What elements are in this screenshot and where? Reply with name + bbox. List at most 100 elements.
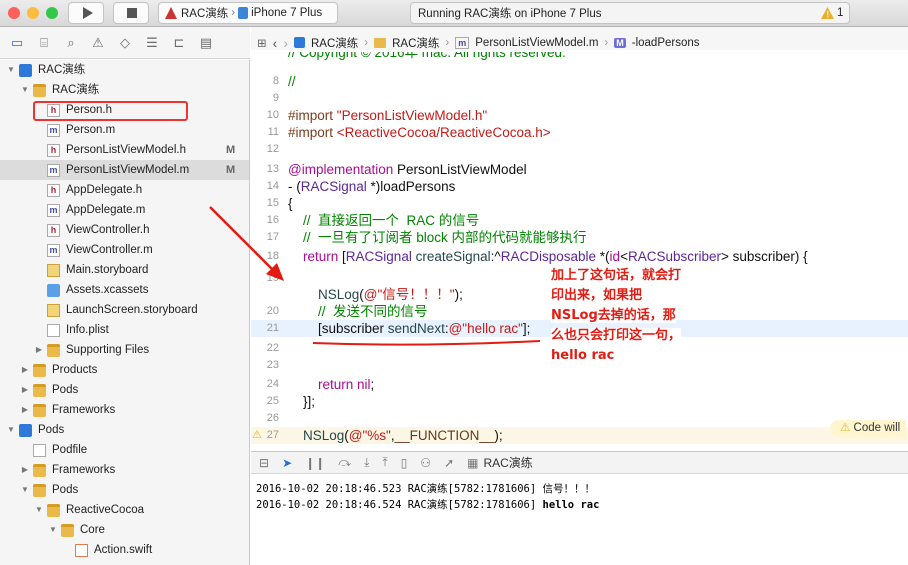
disclosure-closed-icon[interactable]: ▶ xyxy=(20,400,30,420)
line-number: 24 xyxy=(266,378,279,390)
disclosure-open-icon[interactable]: ▼ xyxy=(48,520,58,540)
code-line[interactable]: 18 return [RACSignal createSignal:^RACDi… xyxy=(251,248,908,265)
report-navigator-icon[interactable]: ▤ xyxy=(197,35,215,51)
location-icon[interactable]: ➚ xyxy=(444,456,454,470)
tree-item[interactable]: Podfile xyxy=(0,440,249,460)
tree-item[interactable]: m AppDelegate.m xyxy=(0,200,249,220)
code-line[interactable]: 10 #import "PersonListViewModel.h" xyxy=(251,107,908,124)
disclosure-open-icon[interactable]: ▼ xyxy=(20,480,30,500)
code-line[interactable]: 16 // 直接返回一个 RAC 的信号 xyxy=(251,212,908,229)
tree-item[interactable]: ▶ Frameworks xyxy=(0,460,249,480)
disclosure-open-icon[interactable]: ▼ xyxy=(6,420,16,440)
back-arrow-icon[interactable]: ‹ xyxy=(273,35,278,51)
step-into-icon[interactable]: ⤓ xyxy=(364,455,369,470)
scheme-selector[interactable]: RAC演练 › iPhone 7 Plus xyxy=(158,2,338,24)
tree-item[interactable]: m Person.m xyxy=(0,120,249,140)
tree-item[interactable]: m ViewController.m xyxy=(0,240,249,260)
disclosure-open-icon[interactable]: ▼ xyxy=(6,60,16,80)
tree-item[interactable]: ▶ Supporting Files xyxy=(0,340,249,360)
tree-item[interactable]: m PersonListViewModel.m M xyxy=(0,160,249,180)
code-token: __FUNCTION__ xyxy=(394,428,495,443)
code-line[interactable]: 14 - (RACSignal *)loadPersons xyxy=(251,178,908,195)
warning-indicator[interactable]: ! 1 xyxy=(821,7,843,19)
tree-item[interactable]: Info.plist xyxy=(0,320,249,340)
test-navigator-icon[interactable]: ◇ xyxy=(116,35,134,51)
symbol-navigator-icon[interactable]: ⌸ xyxy=(35,35,53,51)
disclosure-closed-icon[interactable]: ▶ xyxy=(20,360,30,380)
tree-item-label: Core xyxy=(80,524,105,536)
breadcrumb-project[interactable]: RAC演练 xyxy=(311,35,358,51)
related-items-icon[interactable]: ⊞ xyxy=(257,36,267,50)
tree-item[interactable]: ▼ Pods xyxy=(0,420,249,440)
disclosure-open-icon[interactable]: ▼ xyxy=(20,80,30,100)
code-token: RACSignal xyxy=(345,249,412,264)
m-file-icon: m xyxy=(47,244,60,257)
stop-icon xyxy=(127,8,137,18)
process-label[interactable]: RAC演练 xyxy=(483,454,532,471)
zoom-window-button[interactable] xyxy=(46,7,58,19)
code-line[interactable]: 11 #import <ReactiveCocoa/ReactiveCocoa.h… xyxy=(251,124,908,141)
disclosure-closed-icon[interactable]: ▶ xyxy=(20,380,30,400)
tree-item[interactable]: ▶ Pods xyxy=(0,380,249,400)
debug-navigator-icon[interactable]: ☰ xyxy=(143,35,161,51)
breadcrumb-file[interactable]: PersonListViewModel.m xyxy=(475,37,598,49)
view-debugger-icon[interactable]: ▯ xyxy=(401,456,408,470)
annotation-line: NSLog去掉的话，那 xyxy=(551,308,676,323)
minimize-window-button[interactable] xyxy=(27,7,39,19)
run-button[interactable] xyxy=(68,2,104,24)
tree-item[interactable]: h AppDelegate.h xyxy=(0,180,249,200)
tree-item[interactable]: Main.storyboard xyxy=(0,260,249,280)
tree-item[interactable]: Action.swift xyxy=(0,540,249,560)
breakpoint-navigator-icon[interactable]: ⊏ xyxy=(170,35,188,51)
tree-item[interactable]: ▶ Frameworks xyxy=(0,400,249,420)
tree-item[interactable]: ▼ ReactiveCocoa xyxy=(0,500,249,520)
tree-item[interactable]: h PersonListViewModel.h M xyxy=(0,140,249,160)
code-line[interactable]: 25 }]; xyxy=(251,393,908,410)
code-line[interactable]: 9 xyxy=(251,90,908,107)
line-number: 16 xyxy=(266,214,279,226)
breakpoints-toggle-icon[interactable]: ➤ xyxy=(282,456,292,470)
breadcrumb-group[interactable]: RAC演练 xyxy=(392,35,439,51)
tree-item[interactable]: ▶ Products xyxy=(0,360,249,380)
forward-arrow-icon[interactable]: › xyxy=(283,35,288,51)
disclosure-closed-icon[interactable]: ▶ xyxy=(34,340,44,360)
source-editor[interactable]: // Copyright © 2016年 mac. All rights res… xyxy=(251,50,908,445)
disclosure-closed-icon[interactable]: ▶ xyxy=(20,460,30,480)
code-line[interactable]: 13 @implementation PersonListViewModel xyxy=(251,161,908,178)
step-out-icon[interactable]: ⤒ xyxy=(382,455,387,470)
tree-item[interactable]: h ViewController.h xyxy=(0,220,249,240)
line-number: 22 xyxy=(266,342,279,354)
pause-icon[interactable]: ❙❙ xyxy=(305,456,325,470)
tree-item[interactable]: LaunchScreen.storyboard xyxy=(0,300,249,320)
step-over-icon[interactable]: ⤼ xyxy=(338,455,351,470)
console-line: 2016-10-02 20:18:46.524 RAC演练[5782:17816… xyxy=(256,497,908,513)
console-output[interactable]: 2016-10-02 20:18:46.523 RAC演练[5782:17816… xyxy=(251,475,908,565)
disclosure-open-icon[interactable]: ▼ xyxy=(34,500,44,520)
code-line[interactable]: 24 return nil; xyxy=(251,376,908,393)
tree-item[interactable]: ▼ RAC演练 xyxy=(0,80,249,100)
issue-navigator-icon[interactable]: ⚠ xyxy=(89,35,107,51)
close-window-button[interactable] xyxy=(8,7,20,19)
tree-item[interactable]: ▼ Pods xyxy=(0,480,249,500)
folder-navigator-icon[interactable]: ▭ xyxy=(8,35,26,51)
warning-pill[interactable]: ⚠ Code will xyxy=(830,420,907,437)
breadcrumb-method[interactable]: -loadPersons xyxy=(632,37,700,49)
hide-debug-area-icon[interactable]: ⊟ xyxy=(259,456,269,470)
tree-item-label: Podfile xyxy=(52,444,88,456)
search-icon[interactable]: ⌕ xyxy=(62,35,80,51)
code-line[interactable]: 8 // xyxy=(251,73,908,90)
storyboard-icon xyxy=(47,304,60,317)
annotation-line: 加上了这句话，就会打 xyxy=(551,268,682,283)
code-token: nil xyxy=(357,377,371,392)
stop-button[interactable] xyxy=(113,2,149,24)
tree-item[interactable]: Assets.xcassets xyxy=(0,280,249,300)
code-line[interactable]: 12 xyxy=(251,141,908,158)
code-line[interactable]: 15 { xyxy=(251,195,908,212)
code-line[interactable]: 26 xyxy=(251,410,908,427)
memory-graph-icon[interactable]: ⚇ xyxy=(420,456,431,470)
tree-item[interactable]: ▼ Core xyxy=(0,520,249,540)
code-line[interactable]: 17 // 一旦有了订阅者 block 内部的代码就能够执行 xyxy=(251,229,908,246)
tree-item[interactable]: ▼ RAC演练 xyxy=(0,60,249,80)
code-line[interactable]: ⚠ 27 NSLog(@"%s",__FUNCTION__); xyxy=(251,427,908,444)
